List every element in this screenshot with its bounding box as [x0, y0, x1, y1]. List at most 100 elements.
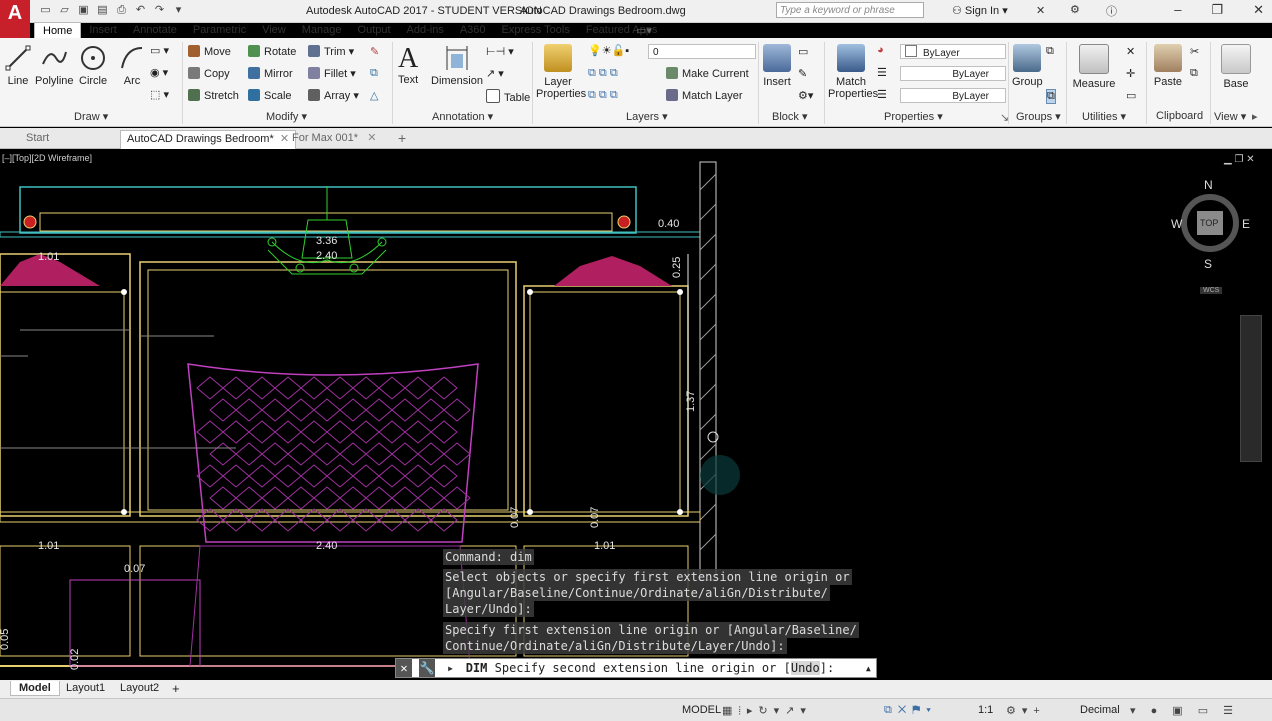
cut-icon[interactable]: ✂ [1190, 45, 1199, 58]
ribbon-overflow-icon[interactable]: ▸ [1252, 110, 1258, 123]
base-view-tool[interactable]: Base [1218, 44, 1254, 90]
rectangle-icon[interactable]: ▭ ▾ [150, 44, 169, 57]
layer-state-icons[interactable]: 💡☀🔓▪ [588, 44, 629, 57]
table-button[interactable]: Table [486, 89, 530, 104]
leader-icon[interactable]: ↗ ▾ [486, 67, 504, 80]
group-tool[interactable]: Group [1012, 44, 1043, 88]
compass-n[interactable]: N [1204, 178, 1213, 192]
search-input[interactable]: Type a keyword or phrase [776, 2, 924, 18]
doc-tab-bedroom[interactable]: AutoCAD Drawings Bedroom* ✕ [120, 130, 297, 149]
layer-tools-icons-1[interactable]: ⧉ ⧉ ⧉ [588, 67, 618, 80]
ribbon-tab-a360[interactable]: A360 [452, 22, 494, 38]
layer-properties-tool[interactable]: Layer Properties [536, 44, 586, 100]
explode-icon[interactable]: ⧉ [370, 67, 378, 80]
close-tab-icon[interactable]: ✕ [361, 132, 376, 144]
ribbon-tab-home[interactable]: Home [34, 22, 82, 38]
block-attribute-icon[interactable]: ⚙▾ [798, 89, 813, 102]
open-file-icon[interactable]: ▱ [57, 3, 72, 17]
id-point-icon[interactable]: ✛ [1126, 67, 1135, 80]
insert-tool[interactable]: Insert [762, 44, 792, 88]
viewcube-top-face[interactable]: TOP [1200, 218, 1218, 228]
properties-panel-label[interactable]: Properties ▾ [884, 110, 943, 123]
make-current-button[interactable]: Make Current [666, 67, 749, 80]
select-all-icon[interactable]: ▭ [1126, 89, 1136, 102]
annotation-panel-label[interactable]: Annotation ▾ [432, 110, 493, 123]
scale-button[interactable]: Scale [248, 89, 292, 102]
groups-panel-label[interactable]: Groups ▾ [1016, 110, 1061, 123]
compass-e[interactable]: E [1242, 217, 1250, 231]
sign-in-button[interactable]: ⚇ Sign In ▾ [952, 4, 1008, 17]
object-snap-icons[interactable]: ⧉✕⚑▾ [884, 704, 937, 717]
array-button[interactable]: Array ▾ [308, 89, 359, 102]
fillet-button[interactable]: Fillet ▾ [308, 67, 356, 80]
utilities-panel-label[interactable]: Utilities ▾ [1082, 110, 1126, 123]
minimize-icon[interactable]: – [1174, 2, 1181, 18]
plot-icon[interactable]: ⎙ [114, 3, 129, 17]
linear-dim-icon[interactable]: ⊢⊣ ▾ [486, 45, 514, 58]
close-icon[interactable]: ✕ [1253, 2, 1264, 18]
ungroup-icon[interactable]: ⧉ [1046, 45, 1054, 58]
autocad-logo[interactable]: A [0, 0, 30, 40]
copy-button[interactable]: Copy [188, 67, 230, 80]
viewcube[interactable]: N W E S TOP WCS [1171, 175, 1250, 294]
ribbon-tab-output[interactable]: Output [350, 22, 399, 38]
redo-icon[interactable]: ↷ [152, 3, 167, 17]
ribbon-tab-annotate[interactable]: Annotate [125, 22, 185, 38]
doc-tab-start[interactable]: Start [20, 130, 55, 148]
edit-block-icon[interactable]: ✎ [798, 67, 807, 80]
ribbon-tab-manage[interactable]: Manage [294, 22, 350, 38]
boundary-icon[interactable]: ⬚ ▾ [150, 88, 169, 101]
measure-tool[interactable]: Measure [1072, 44, 1116, 90]
tab-layout2[interactable]: Layout2 [112, 681, 167, 695]
tab-model[interactable]: Model [10, 681, 60, 696]
circle-tool[interactable]: Circle [79, 44, 107, 87]
viewport-controls[interactable]: ▁ ❐ ✕ [1224, 154, 1255, 165]
add-layout-button[interactable]: + [166, 681, 186, 696]
workspace-icons[interactable]: ⚙▾+ [1006, 704, 1046, 717]
ribbon-tab-parametric[interactable]: Parametric [185, 22, 254, 38]
ribbon-tab-add-ins[interactable]: Add-ins [399, 22, 452, 38]
group-select-icon[interactable]: ⧉ [1046, 89, 1056, 104]
restore-icon[interactable]: ❐ [1211, 2, 1223, 18]
customize-icon[interactable]: 🔧 [419, 659, 436, 677]
ribbon-tab-view[interactable]: View [254, 22, 294, 38]
close-icon[interactable]: ✕ [396, 659, 412, 677]
save-icon[interactable]: ▣ [76, 3, 91, 17]
linetype-icon[interactable]: ☰ [877, 88, 887, 101]
paste-tool[interactable]: Paste [1152, 44, 1184, 88]
offset-icon[interactable]: △ [370, 89, 378, 102]
match-layer-button[interactable]: Match Layer [666, 89, 743, 102]
new-file-icon[interactable]: ▭ [38, 3, 53, 17]
navigation-bar[interactable] [1240, 315, 1262, 462]
match-properties-tool[interactable]: Match Properties [828, 44, 878, 100]
ribbon-tab-featured-apps[interactable]: Featured Apps [578, 22, 666, 38]
line-tool[interactable]: Line [4, 44, 32, 87]
rotate-button[interactable]: Rotate [248, 45, 296, 58]
arc-tool[interactable]: Arc [118, 44, 146, 87]
ribbon-tab-express-tools[interactable]: Express Tools [494, 22, 578, 38]
draw-panel-label[interactable]: Draw ▾ [74, 110, 108, 123]
doc-tab-formax[interactable]: For Max 001* ✕ [286, 130, 382, 148]
ribbon-tab-insert[interactable]: Insert [81, 22, 125, 38]
qat-dropdown-icon[interactable]: ▾ [171, 3, 186, 17]
modify-panel-label[interactable]: Modify ▾ [266, 110, 307, 123]
compass-s[interactable]: S [1204, 257, 1212, 271]
stretch-button[interactable]: Stretch [188, 89, 239, 102]
layer-tools-icons-2[interactable]: ⧉ ⧉ ⧉ [588, 89, 618, 102]
tab-layout1[interactable]: Layout1 [58, 681, 113, 695]
lineweight-icon[interactable]: ☰ [877, 66, 887, 79]
lineweight-dropdown[interactable]: ByLayer [900, 66, 1006, 81]
dimension-tool[interactable]: Dimension [431, 44, 483, 87]
layers-panel-label[interactable]: Layers ▾ [626, 110, 668, 123]
command-option-undo[interactable]: Undo [790, 661, 820, 675]
polyline-tool[interactable]: Polyline [35, 44, 74, 87]
new-tab-button[interactable]: + [392, 130, 412, 148]
command-history-toggle-icon[interactable]: ▴ [865, 659, 872, 677]
linetype-dropdown[interactable]: ByLayer [900, 88, 1006, 103]
color-wheel-icon[interactable]: ◕ [877, 44, 884, 56]
model-space-toggle[interactable]: MODEL [682, 704, 721, 716]
layer-dropdown[interactable]: 0 [648, 44, 756, 59]
color-dropdown[interactable]: ByLayer [900, 44, 1006, 59]
save-as-icon[interactable]: ▤ [95, 3, 110, 17]
units-dropdown[interactable]: Decimal [1080, 704, 1120, 716]
